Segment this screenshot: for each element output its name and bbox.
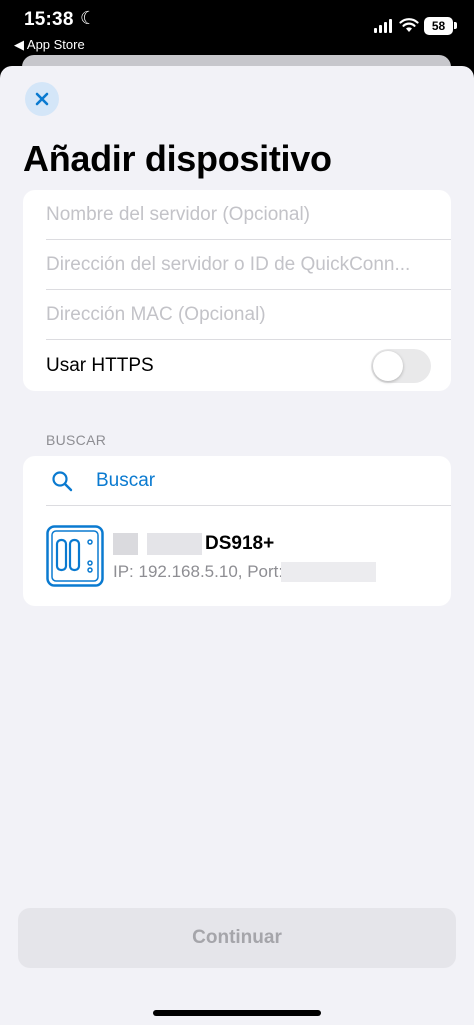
redacted-port [281,562,376,582]
signal-icon [374,19,394,33]
status-bar: 15:38 ☾ ◀ App Store 58 [0,0,474,58]
https-label: Usar HTTPS [46,355,154,376]
server-form-card: Nombre del servidor (Opcional) Dirección… [23,190,451,391]
mac-address-placeholder[interactable]: Dirección MAC (Opcional) [46,304,426,326]
redacted-device-name-2 [147,533,202,555]
battery-icon: 58 [424,17,453,35]
back-to-app-store-link[interactable]: ◀ App Store [14,37,85,53]
toggle-knob [373,351,403,381]
redacted-device-name-1 [113,533,138,555]
close-icon [35,92,49,106]
status-time: 15:38 [24,9,74,30]
server-name-placeholder[interactable]: Nombre del servidor (Opcional) [46,204,426,226]
close-button[interactable] [25,82,59,116]
page-title: Añadir dispositivo [23,138,332,179]
search-section-header: BUSCAR [46,432,107,448]
add-device-sheet: Añadir dispositivo Nombre del servidor (… [0,66,474,1025]
continue-button[interactable]: Continuar [18,908,456,968]
search-label: Buscar [96,470,156,491]
home-indicator [153,1010,321,1016]
server-name-field[interactable]: Nombre del servidor (Opcional) [23,190,451,240]
search-icon [52,471,73,492]
mac-address-field[interactable]: Dirección MAC (Opcional) [23,290,451,340]
https-row: Usar HTTPS [23,340,451,390]
moon-icon: ☾ [80,8,97,28]
server-address-placeholder[interactable]: Dirección del servidor o ID de QuickConn… [46,254,426,276]
wifi-icon [399,18,419,32]
https-toggle[interactable] [371,349,431,383]
search-card: Buscar DS918+ IP: 192.168.5.10, Port: [23,456,451,606]
device-list-item[interactable]: DS918+ IP: 192.168.5.10, Port: [23,506,451,606]
device-name: DS918+ [205,533,275,554]
battery-tip [454,22,457,29]
nas-device-icon [46,525,104,587]
search-button[interactable]: Buscar [23,456,451,506]
server-address-field[interactable]: Dirección del servidor o ID de QuickConn… [23,240,451,290]
device-ip: IP: 192.168.5.10, Port: [113,562,284,581]
